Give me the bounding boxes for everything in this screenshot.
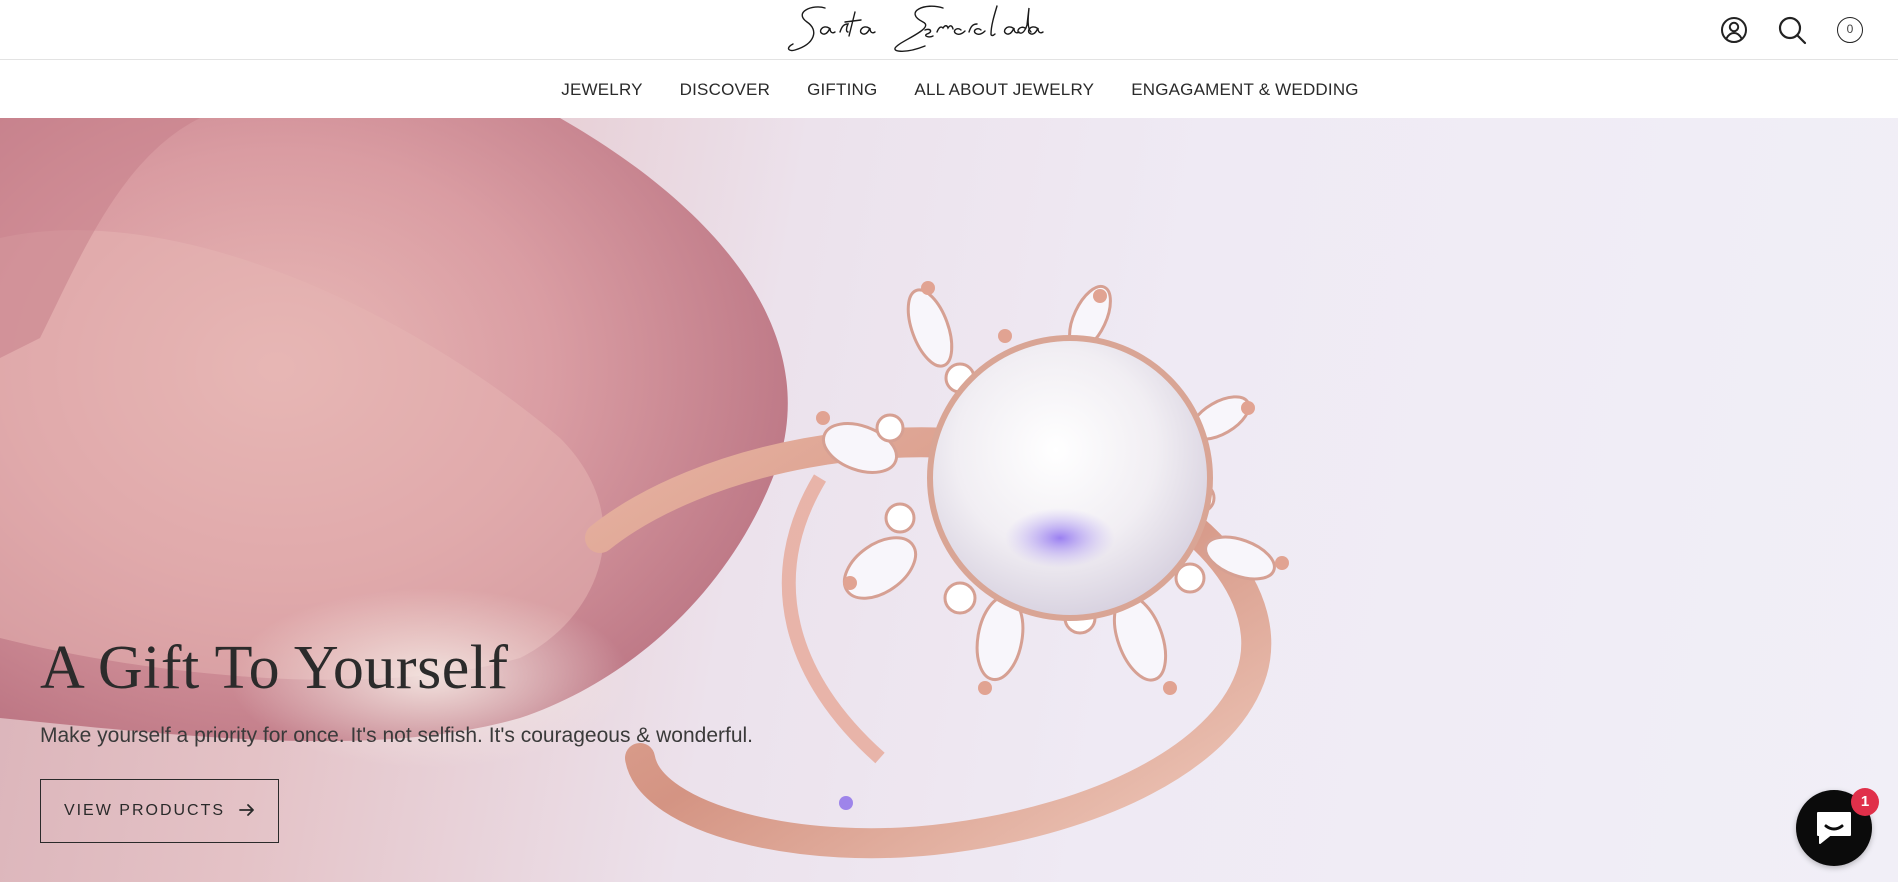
view-products-button[interactable]: VIEW PRODUCTS [40, 779, 279, 843]
hero-banner: A Gift To Yourself Make yourself a prior… [0, 118, 1898, 882]
cart-icon[interactable]: 0 [1832, 10, 1868, 50]
search-icon[interactable] [1774, 10, 1810, 50]
account-icon[interactable] [1716, 10, 1752, 50]
header-actions: 0 [1716, 10, 1868, 50]
brand-logo[interactable]: Santa Esmeralda [785, 0, 1075, 58]
chat-icon [1817, 812, 1851, 844]
hero-subtitle: Make yourself a priority for once. It's … [40, 724, 754, 747]
nav-item-gifting[interactable]: GIFTING [789, 80, 896, 100]
logo-script-icon [787, 5, 1044, 52]
hero-title: A Gift To Yourself [40, 634, 509, 702]
site-header: Santa Esmeralda [0, 0, 1898, 60]
view-products-label: VIEW PRODUCTS [63, 802, 226, 819]
nav-item-all-about-jewelry[interactable]: ALL ABOUT JEWELRY [896, 80, 1113, 100]
main-navigation: JEWELRY DISCOVER GIFTING ALL ABOUT JEWEL… [0, 61, 1898, 118]
nav-item-engagement-wedding[interactable]: ENGAGAMENT & WEDDING [1113, 80, 1378, 100]
arrow-right-icon [239, 801, 255, 822]
hero-ring-image [0, 118, 1289, 859]
cart-count: 0 [1837, 17, 1863, 43]
nav-item-discover[interactable]: DISCOVER [661, 80, 788, 100]
chat-notification-badge: 1 [1851, 788, 1879, 816]
nav-item-jewelry[interactable]: JEWELRY [543, 80, 661, 100]
